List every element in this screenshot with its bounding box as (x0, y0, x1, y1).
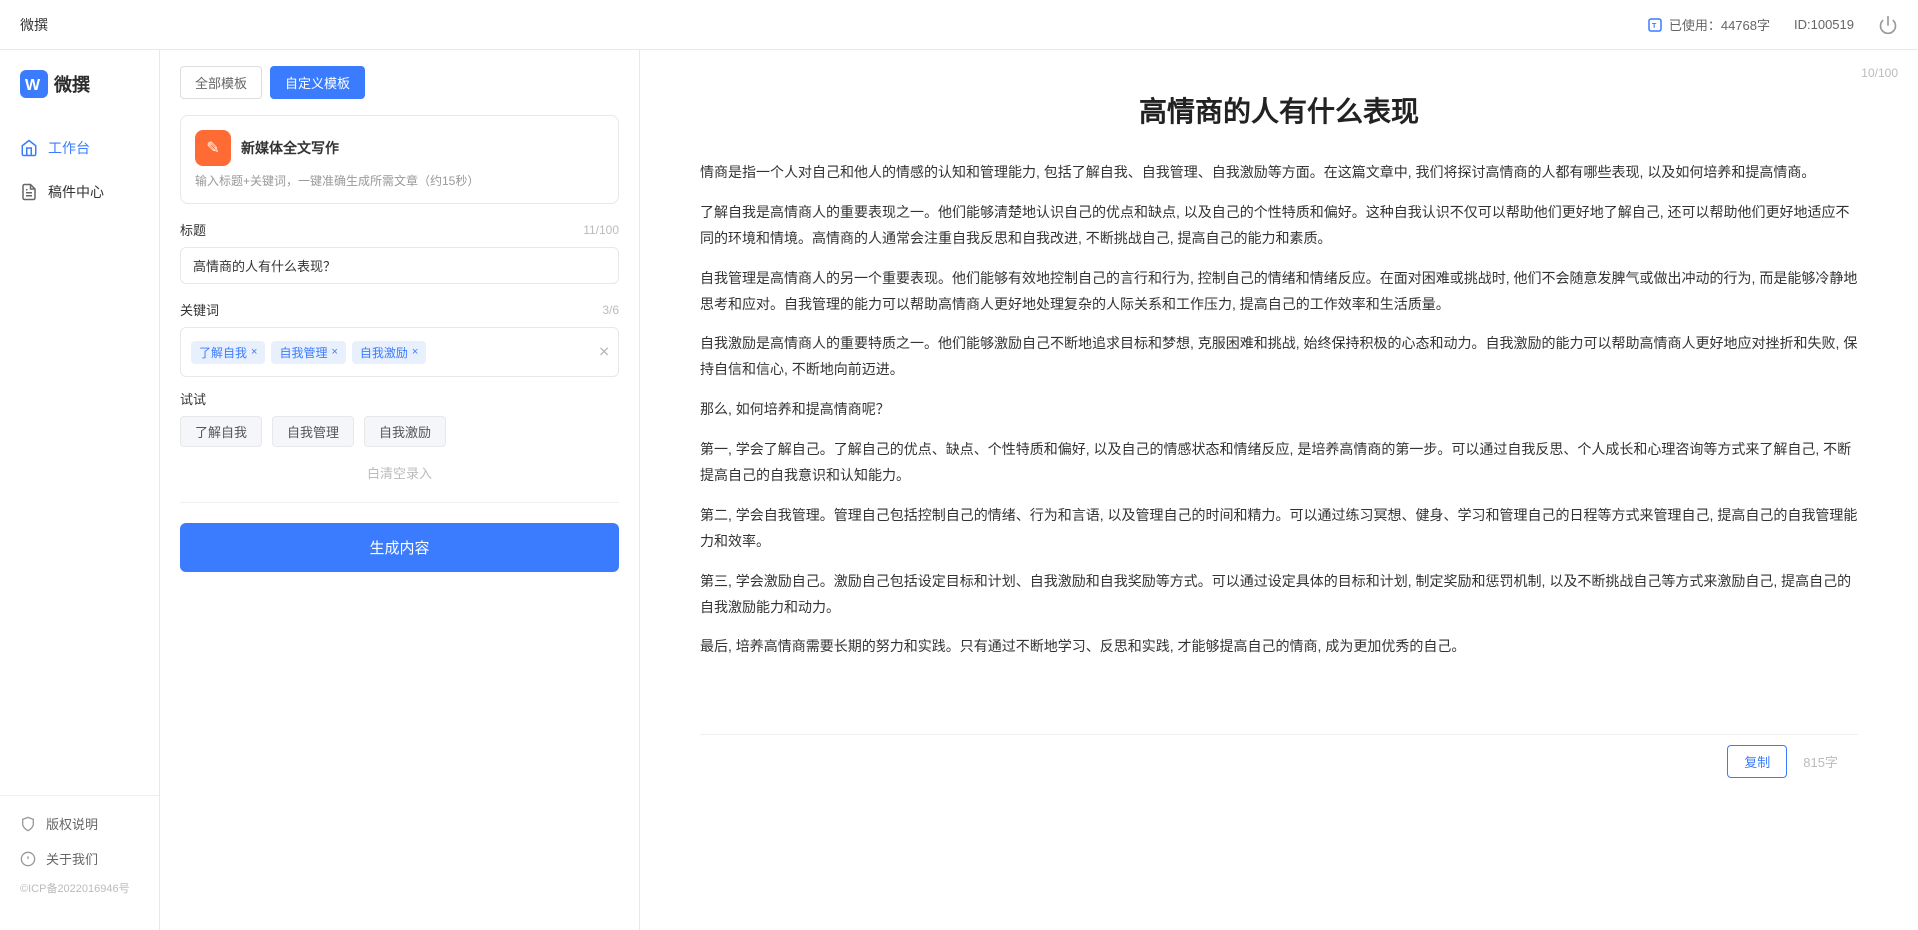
article-paragraph-8: 最后, 培养高情商需要长期的努力和实践。只有通过不断地学习、反思和实践, 才能够… (700, 634, 1858, 660)
shield-icon (20, 816, 36, 832)
topbar-right: T 已使用：44768字 ID:100519 (1647, 15, 1898, 35)
article-paragraph-5: 第一, 学会了解自己。了解自己的优点、缺点、个性特质和偏好, 以及自己的情感状态… (700, 437, 1858, 489)
suggestions-list: 了解自我 自我管理 自我激励 (180, 416, 619, 447)
topbar-title: 微撰 (20, 15, 48, 35)
left-panel: ◀ 全部模板 自定义模板 ✎ 新媒体全文写作 输入标题+关键词，一键准确生成所需… (160, 50, 640, 930)
sidebar-logo: W 微撰 (0, 70, 159, 128)
title-count: 11/100 (583, 223, 619, 237)
keywords-clear-button[interactable]: ✕ (598, 344, 610, 361)
template-desc: 输入标题+关键词，一键准确生成所需文章（约15秒） (195, 172, 604, 189)
sidebar-item-about[interactable]: 关于我们 (0, 841, 159, 876)
title-section: 标题 11/100 (160, 220, 639, 284)
article-paragraph-1: 了解自我是高情商人的重要表现之一。他们能够清楚地认识自己的优点和缺点, 以及自己… (700, 200, 1858, 252)
sidebar: W 微撰 工作台 稿件中心 (0, 50, 160, 930)
keyword-tag-2: 自我激励 × (352, 341, 426, 364)
file-icon (20, 183, 38, 201)
content-area: ◀ 全部模板 自定义模板 ✎ 新媒体全文写作 输入标题+关键词，一键准确生成所需… (160, 50, 1918, 930)
article-paragraph-3: 自我激励是高情商人的重要特质之一。他们能够激励自己不断地追求目标和梦想, 克服困… (700, 331, 1858, 383)
main-layout: W 微撰 工作台 稿件中心 (0, 50, 1918, 930)
template-header: ✎ 新媒体全文写作 (195, 130, 604, 166)
svg-text:T: T (1652, 23, 1657, 30)
title-label-row: 标题 11/100 (180, 220, 619, 239)
used-count-label: 已使用：44768字 (1669, 15, 1770, 34)
suggestions-label: 试试 (180, 389, 619, 408)
sidebar-nav: 工作台 稿件中心 (0, 128, 159, 795)
clear-input-link[interactable]: 白清空录入 (160, 463, 639, 482)
keywords-label-row: 关键词 3/6 (180, 300, 619, 319)
sidebar-item-workbench[interactable]: 工作台 (0, 128, 159, 168)
template-icon: ✎ (195, 130, 231, 166)
topbar-used: T 已使用：44768字 (1647, 15, 1770, 34)
suggestion-chip-1[interactable]: 自我管理 (272, 416, 354, 447)
topbar: 微撰 T 已使用：44768字 ID:100519 (0, 0, 1918, 50)
logo-icon: W (20, 70, 48, 98)
about-label: 关于我们 (46, 849, 98, 868)
sidebar-item-drafts[interactable]: 稿件中心 (0, 172, 159, 212)
text-count-icon: T (1647, 17, 1663, 33)
article-title: 高情商的人有什么表现 (700, 90, 1858, 130)
info-icon (20, 851, 36, 867)
article-paragraph-2: 自我管理是高情商人的另一个重要表现。他们能够有效地控制自己的言行和行为, 控制自… (700, 266, 1858, 318)
article-body: 情商是指一个人对自己和他人的情感的认知和管理能力, 包括了解自我、自我管理、自我… (700, 160, 1858, 660)
article-footer: 复制 815字 (700, 734, 1858, 788)
home-icon (20, 139, 38, 157)
suggestion-chip-0[interactable]: 了解自我 (180, 416, 262, 447)
icp-text: ©ICP备2022016946号 (0, 876, 159, 900)
copy-button[interactable]: 复制 (1727, 745, 1787, 778)
logo-text: 微撰 (54, 71, 90, 97)
article-paragraph-0: 情商是指一个人对自己和他人的情感的认知和管理能力, 包括了解自我、自我管理、自我… (700, 160, 1858, 186)
copyright-label: 版权说明 (46, 814, 98, 833)
tab-all-templates[interactable]: 全部模板 (180, 66, 262, 99)
tab-custom-templates[interactable]: 自定义模板 (270, 66, 365, 99)
suggestions-section: 试试 了解自我 自我管理 自我激励 (160, 389, 639, 447)
topbar-id: ID:100519 (1794, 17, 1854, 32)
title-input[interactable] (180, 247, 619, 284)
article-paragraph-6: 第二, 学会自我管理。管理自己包括控制自己的情绪、行为和言语, 以及管理自己的时… (700, 503, 1858, 555)
generate-button[interactable]: 生成内容 (180, 523, 619, 572)
template-name: 新媒体全文写作 (241, 138, 339, 158)
power-icon[interactable] (1878, 15, 1898, 35)
keyword-tag-0: 了解自我 × (191, 341, 265, 364)
remove-keyword-0[interactable]: × (251, 346, 257, 358)
remove-keyword-2[interactable]: × (412, 346, 418, 358)
sidebar-drafts-label: 稿件中心 (48, 182, 104, 202)
article-paragraph-4: 那么, 如何培养和提高情商呢？ (700, 397, 1858, 423)
keyword-tag-1: 自我管理 × (271, 341, 345, 364)
right-panel: 10/100 高情商的人有什么表现 情商是指一个人对自己和他人的情感的认知和管理… (640, 50, 1918, 930)
char-count: 815字 (1803, 752, 1838, 771)
keywords-label: 关键词 (180, 300, 219, 319)
suggestion-chip-2[interactable]: 自我激励 (364, 416, 446, 447)
word-count-badge: 10/100 (1861, 66, 1898, 80)
svg-text:W: W (25, 77, 41, 94)
article-paragraph-7: 第三, 学会激励自己。激励自己包括设定目标和计划、自我激励和自我奖励等方式。可以… (700, 569, 1858, 621)
keywords-box[interactable]: 了解自我 × 自我管理 × 自我激励 × ✕ (180, 327, 619, 377)
divider (180, 502, 619, 503)
sidebar-item-copyright[interactable]: 版权说明 (0, 806, 159, 841)
template-card[interactable]: ✎ 新媒体全文写作 输入标题+关键词，一键准确生成所需文章（约15秒） (180, 115, 619, 204)
keywords-section: 关键词 3/6 了解自我 × 自我管理 × 自我激励 × (160, 300, 639, 377)
keywords-count: 3/6 (602, 303, 619, 317)
sidebar-bottom: 版权说明 关于我们 ©ICP备2022016946号 (0, 795, 159, 910)
title-label: 标题 (180, 220, 206, 239)
tab-bar: 全部模板 自定义模板 (160, 50, 639, 99)
remove-keyword-1[interactable]: × (331, 346, 337, 358)
sidebar-workbench-label: 工作台 (48, 138, 90, 158)
